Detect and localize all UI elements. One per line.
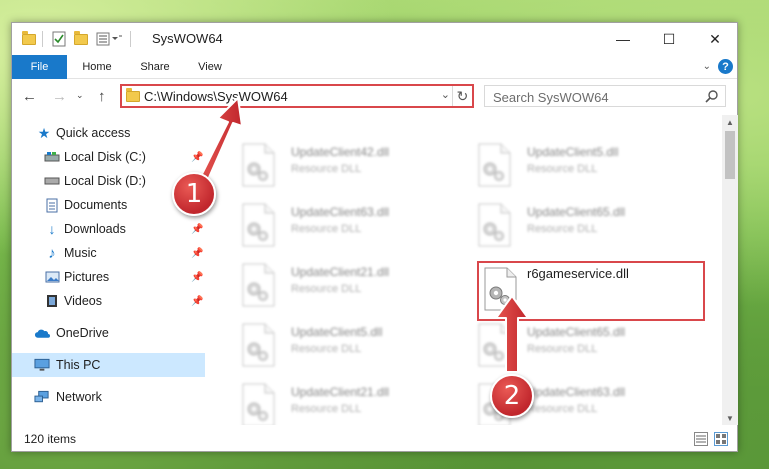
arrow-to-target-file <box>495 295 529 373</box>
arrow-to-address-bar <box>199 97 243 183</box>
annotation-arrows <box>199 97 529 373</box>
step-1-badge: 1 <box>172 172 216 216</box>
step-2-badge: 2 <box>490 374 534 418</box>
